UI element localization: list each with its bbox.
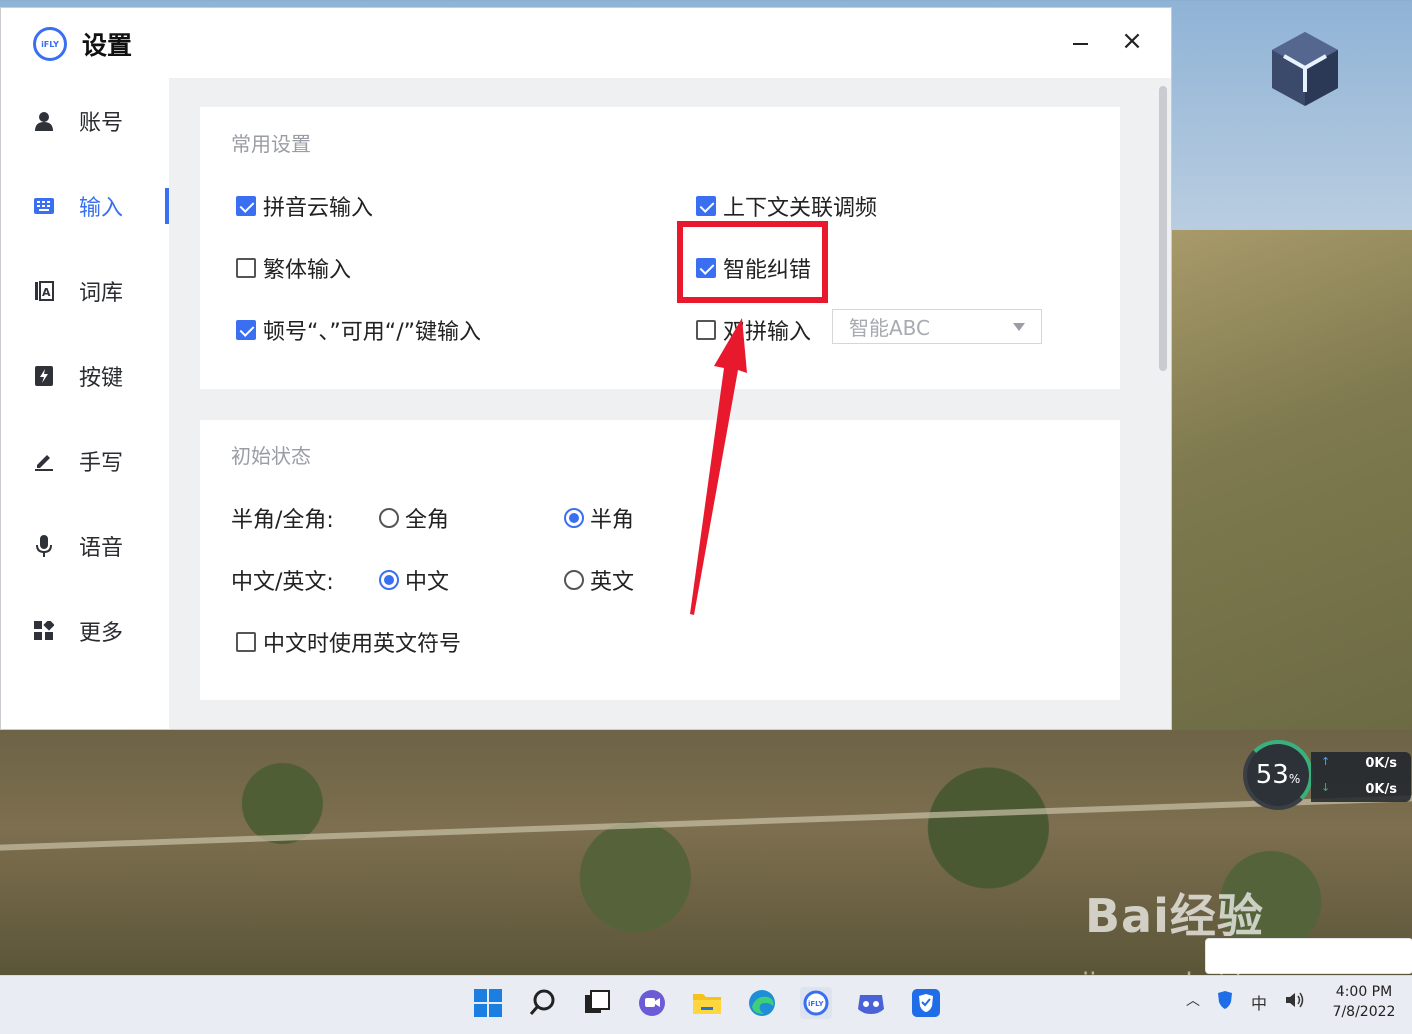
- upload-arrow-icon: ↑: [1321, 755, 1331, 768]
- mic-icon: [34, 535, 54, 557]
- tray-chevron-up-icon[interactable]: ︿: [1186, 990, 1200, 1010]
- sidebar-item-label: 词库: [79, 281, 124, 306]
- title-bar: [169, 8, 1171, 78]
- full-width-label: 全角: [405, 508, 450, 533]
- common-settings-title: 常用设置: [231, 132, 311, 156]
- svg-text:A: A: [42, 286, 51, 299]
- search-icon[interactable]: [527, 987, 559, 1019]
- checkbox-checked-icon: [236, 320, 256, 340]
- checkbox-unchecked-icon: [236, 258, 256, 278]
- full-width-radio[interactable]: 全角: [379, 502, 449, 534]
- performance-widget[interactable]: 53% ↑ 0K/s ↓ 0K/s: [1243, 740, 1412, 814]
- key-icon: [34, 366, 54, 386]
- sidebar: iFLY 设置 账号 输入 A 词库 按键 手写 语音 更多: [1, 8, 169, 729]
- width-row-label: 半角/全角:: [231, 508, 334, 533]
- pinyin-cloud-label: 拼音云输入: [263, 196, 374, 221]
- window-title: 设置: [82, 31, 133, 60]
- sidebar-item-label: 语音: [79, 536, 124, 561]
- chinese-radio[interactable]: 中文: [379, 564, 449, 596]
- security-shield-icon[interactable]: [910, 987, 942, 1019]
- cpu-usage-ring: 53%: [1243, 740, 1313, 810]
- keyboard-icon: [34, 196, 54, 216]
- common-settings-panel: 常用设置: [200, 107, 1120, 389]
- sidebar-item-label: 更多: [79, 621, 124, 646]
- english-punct-checkbox[interactable]: 中文时使用英文符号: [236, 626, 461, 658]
- close-icon: ×: [1121, 26, 1143, 56]
- comma-slash-checkbox[interactable]: 顿号“、”可用“/”键输入: [236, 314, 481, 346]
- lang-row-label: 中文/英文:: [231, 570, 334, 595]
- download-speed: 0K/s: [1365, 782, 1397, 797]
- sidebar-item-keys[interactable]: 按键: [1, 352, 169, 400]
- desktop-hill-right: [1172, 230, 1412, 740]
- scrollbar-thumb[interactable]: [1159, 86, 1167, 371]
- sidebar-item-label: 手写: [79, 451, 124, 476]
- annotation-arrow-icon: [690, 318, 747, 615]
- task-view-icon[interactable]: [581, 987, 613, 1019]
- half-width-radio[interactable]: 半角: [564, 502, 634, 534]
- lexicon-icon: A: [34, 281, 54, 301]
- context-freq-label: 上下文关联调频: [723, 196, 878, 221]
- pinyin-cloud-checkbox[interactable]: 拼音云输入: [236, 190, 373, 222]
- sidebar-item-lexicon[interactable]: A 词库: [1, 267, 169, 315]
- cpu-percent: 53: [1255, 760, 1289, 790]
- traditional-label: 繁体输入: [263, 258, 352, 283]
- checkbox-checked-icon: [236, 196, 256, 216]
- sidebar-item-account[interactable]: 账号: [1, 97, 169, 145]
- network-speed: ↑ 0K/s ↓ 0K/s: [1311, 752, 1411, 802]
- volume-icon[interactable]: [1284, 990, 1306, 1010]
- scheme-select-value: 智能ABC: [849, 316, 931, 340]
- windows-start-icon[interactable]: [472, 987, 504, 1019]
- english-radio[interactable]: 英文: [564, 564, 634, 596]
- sidebar-item-label: 按键: [79, 366, 124, 391]
- svg-text:iFLY: iFLY: [808, 1000, 825, 1008]
- sidebar-item-handwriting[interactable]: 手写: [1, 437, 169, 485]
- sidebar-item-more[interactable]: 更多: [1, 607, 169, 655]
- checkbox-checked-icon: [696, 196, 716, 216]
- radio-unselected-icon: [379, 508, 399, 528]
- upload-speed: 0K/s: [1365, 756, 1397, 771]
- initial-state-title: 初始状态: [231, 444, 311, 468]
- sidebar-item-label: 输入: [79, 196, 124, 221]
- minimize-button[interactable]: [1068, 32, 1092, 56]
- sidebar-item-label: 账号: [79, 111, 124, 136]
- initial-state-panel: 初始状态: [200, 420, 1120, 700]
- ifly-logo-icon: iFLY: [33, 27, 67, 61]
- comma-slash-label: 顿号“、”可用“/”键输入: [263, 320, 482, 345]
- tray-shield-icon[interactable]: [1216, 990, 1234, 1010]
- download-arrow-icon: ↓: [1321, 781, 1331, 794]
- double-pinyin-scheme-select[interactable]: 智能ABC: [832, 309, 1042, 344]
- chevron-down-icon: [1013, 323, 1025, 331]
- brand: iFLY 设置: [33, 26, 132, 62]
- file-explorer-icon[interactable]: [691, 987, 723, 1019]
- game-app-icon[interactable]: [855, 987, 887, 1019]
- clock-date: 7/8/2022: [1332, 1004, 1396, 1020]
- clock-time: 4:00 PM: [1335, 984, 1393, 1000]
- radio-selected-icon: [564, 508, 584, 528]
- apps-icon: [34, 621, 54, 641]
- sidebar-item-voice[interactable]: 语音: [1, 522, 169, 570]
- pen-icon: [34, 451, 54, 471]
- cube-app-icon[interactable]: [1270, 30, 1340, 108]
- edge-browser-icon[interactable]: [746, 987, 778, 1019]
- minimize-icon: [1072, 43, 1088, 45]
- chinese-label: 中文: [405, 570, 450, 595]
- user-icon: [34, 111, 54, 131]
- sidebar-item-input[interactable]: 输入: [1, 182, 169, 230]
- watermark-logo: Bai经验: [1085, 889, 1264, 943]
- context-freq-checkbox[interactable]: 上下文关联调频: [696, 190, 877, 222]
- radio-unselected-icon: [564, 570, 584, 590]
- close-button[interactable]: ×: [1119, 28, 1145, 54]
- ifly-taskbar-icon[interactable]: iFLY: [800, 987, 832, 1019]
- cpu-percent-unit: %: [1288, 772, 1301, 786]
- english-label: 英文: [590, 570, 635, 595]
- english-punct-label: 中文时使用英文符号: [263, 632, 462, 657]
- traditional-checkbox[interactable]: 繁体输入: [236, 252, 351, 284]
- radio-selected-icon: [379, 570, 399, 590]
- checkbox-unchecked-icon: [236, 632, 256, 652]
- tray-ime-indicator[interactable]: 中: [1251, 990, 1267, 1014]
- taskbar-clock[interactable]: 4:00 PM 7/8/2022: [1322, 982, 1406, 1022]
- chat-icon[interactable]: [636, 987, 668, 1019]
- highlight-box: [677, 221, 828, 303]
- half-width-label: 半角: [590, 508, 635, 533]
